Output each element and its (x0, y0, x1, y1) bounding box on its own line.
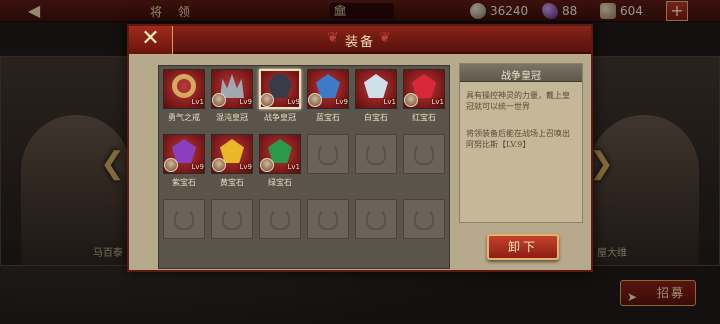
item-name: 蓝宝石 (316, 113, 340, 122)
modal-title: 装备 (344, 35, 375, 50)
item-level: Lv9 (287, 98, 301, 106)
slot-frame (355, 199, 397, 239)
detail-description: 具有操控神灵的力量，戴上皇冠就可以统一世界 (466, 91, 570, 111)
item-name: 白宝石 (364, 113, 388, 122)
laurel-emblem-icon (174, 208, 194, 230)
empty-slot[interactable] (402, 133, 446, 189)
empty-slot[interactable] (354, 198, 398, 254)
equipment-slot[interactable]: Lv1 红宝石 (402, 68, 446, 124)
equipment-slot[interactable]: Lv1 绿宝石 (258, 133, 302, 189)
item-name: 绿宝石 (268, 178, 292, 187)
laurel-emblem-icon (270, 208, 290, 230)
empty-slot[interactable] (306, 133, 350, 189)
item-name: 混沌皇冠 (216, 113, 248, 122)
laurel-right-icon: ❦ (379, 30, 391, 46)
detail-title-bar: 战争皇冠 (460, 64, 582, 82)
hero-avatar (404, 93, 418, 107)
hero-avatar (308, 93, 322, 107)
hero-avatar (260, 158, 274, 172)
empty-slot[interactable] (258, 198, 302, 254)
laurel-emblem-icon (366, 208, 386, 230)
laurel-emblem-icon (222, 208, 242, 230)
item-name: 紫宝石 (172, 178, 196, 187)
item-name: 勇气之戒 (168, 113, 200, 122)
equipment-slot[interactable]: Lv9 蓝宝石 (306, 68, 350, 124)
slot-frame (355, 134, 397, 174)
item-level: Lv1 (287, 163, 301, 171)
modal-body: Lv1 勇气之戒 Lv9 混沌皇冠 Lv9 战争皇冠 Lv9 蓝宝石 Lv1 白宝石 Lv1 红宝石 L… (129, 56, 591, 270)
slot-frame (163, 199, 205, 239)
equipment-slot[interactable]: Lv9 战争皇冠 (258, 68, 302, 124)
hero-avatar (212, 93, 226, 107)
slot-frame (307, 134, 349, 174)
laurel-emblem-icon (318, 143, 338, 165)
item-name: 黄宝石 (220, 178, 244, 187)
empty-slot[interactable] (162, 198, 206, 254)
empty-slot[interactable] (306, 198, 350, 254)
unequip-button[interactable]: 卸下 (487, 234, 559, 260)
slot-frame (259, 199, 301, 239)
equipment-modal: ✕ ❦ 装备 ❦ Lv1 勇气之戒 Lv9 混沌皇冠 Lv9 战争皇冠 Lv9 蓝宝石 Lv1 白… (127, 24, 593, 272)
empty-slot[interactable] (210, 198, 254, 254)
equipment-slot[interactable]: Lv1 白宝石 (354, 68, 398, 124)
empty-slot[interactable] (354, 133, 398, 189)
equipment-slot[interactable]: Lv1 勇气之戒 (162, 68, 206, 124)
laurel-emblem-icon (414, 143, 434, 165)
item-level: Lv9 (335, 98, 349, 106)
hero-avatar (164, 158, 178, 172)
stone-icon (364, 74, 388, 98)
equipment-slot[interactable]: Lv9 黄宝石 (210, 133, 254, 189)
detail-title: 战争皇冠 (501, 71, 541, 82)
item-level: Lv9 (191, 163, 205, 171)
item-level: Lv9 (239, 98, 253, 106)
detail-note: 将领装备后能在战场上召唤出阿努比斯【LV.9】 (466, 129, 570, 149)
item-level: Lv1 (383, 98, 397, 106)
empty-slot[interactable] (402, 198, 446, 254)
laurel-emblem-icon (414, 208, 434, 230)
item-level: Lv1 (191, 98, 205, 106)
slot-frame (307, 199, 349, 239)
equipment-grid: Lv1 勇气之戒 Lv9 混沌皇冠 Lv9 战争皇冠 Lv9 蓝宝石 Lv1 白宝石 Lv1 红宝石 L… (158, 65, 450, 269)
item-detail-panel: 战争皇冠 具有操控神灵的力量，戴上皇冠就可以统一世界 将领装备后能在战场上召唤出… (459, 63, 583, 223)
ring-icon (172, 74, 196, 98)
hero-avatar (212, 158, 226, 172)
modal-header: ✕ ❦ 装备 ❦ (129, 26, 591, 54)
item-name: 战争皇冠 (264, 113, 296, 122)
item-level: Lv1 (431, 98, 445, 106)
item-name: 红宝石 (412, 113, 436, 122)
slot-frame (403, 134, 445, 174)
laurel-emblem-icon (366, 143, 386, 165)
slot-frame (403, 199, 445, 239)
slot-frame (211, 199, 253, 239)
item-level: Lv9 (239, 163, 253, 171)
equipment-slot[interactable]: Lv9 混沌皇冠 (210, 68, 254, 124)
hero-avatar (260, 93, 274, 107)
laurel-emblem-icon (318, 208, 338, 230)
equipment-slot[interactable]: Lv9 紫宝石 (162, 133, 206, 189)
